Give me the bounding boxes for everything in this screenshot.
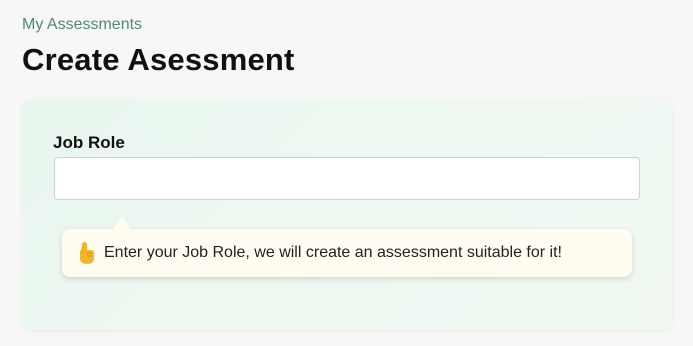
- job-role-hint-tooltip: Enter your Job Role, we will create an a…: [62, 217, 632, 277]
- assessment-form-card: Job Role Enter your Job Role, we will cr…: [22, 100, 672, 330]
- tooltip-text: Enter your Job Role, we will create an a…: [104, 244, 562, 261]
- breadcrumb-my-assessments[interactable]: My Assessments: [22, 16, 142, 34]
- page-title: Create Asessment: [22, 42, 295, 77]
- job-role-input[interactable]: [54, 157, 640, 200]
- pointing-up-hand-icon: [76, 241, 96, 265]
- tooltip-arrow: [113, 217, 131, 229]
- job-role-label: Job Role: [53, 133, 125, 152]
